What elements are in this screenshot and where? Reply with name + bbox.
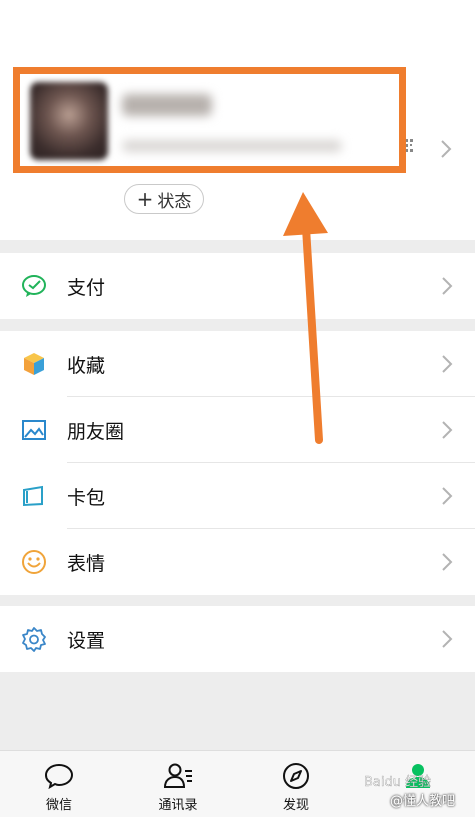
add-status-button[interactable]: + 状态: [124, 184, 204, 214]
qr-code-icon[interactable]: [405, 139, 415, 153]
chat-bubble-icon: [44, 763, 74, 790]
tab-label-discover: 发现: [282, 798, 309, 813]
tab-discover[interactable]: 发现: [246, 751, 346, 817]
chevron-right-icon: [442, 630, 453, 648]
chevron-right-icon: [442, 421, 453, 439]
chevron-right-icon: [442, 277, 453, 295]
image-icon: [20, 416, 48, 444]
menu-item-favorites[interactable]: 收藏: [0, 331, 475, 397]
menu-label-stickers: 表情: [67, 552, 106, 575]
status-label: 状态: [157, 191, 192, 212]
menu-item-stickers[interactable]: 表情: [0, 529, 475, 595]
menu-label-pay: 支付: [67, 276, 106, 299]
svg-text:Baidu 经验: Baidu 经验: [364, 774, 431, 790]
chevron-right-icon[interactable]: [440, 139, 452, 159]
menu-label-moments: 朋友圈: [67, 420, 125, 443]
tab-label-chats: 微信: [45, 798, 72, 813]
wallet-icon: [20, 482, 48, 510]
watermark-text: @懂人教吧: [390, 794, 456, 809]
chevron-right-icon: [442, 355, 453, 373]
services-section: 收藏 朋友圈 卡包 表情: [0, 331, 475, 595]
tab-chats[interactable]: 微信: [9, 751, 109, 817]
gear-icon: [20, 625, 48, 653]
menu-item-settings[interactable]: 设置: [0, 606, 475, 672]
compass-icon: [283, 763, 309, 789]
tab-label-contacts: 通讯录: [158, 798, 198, 813]
menu-item-cards[interactable]: 卡包: [0, 463, 475, 529]
menu-label-settings: 设置: [67, 629, 106, 652]
pay-section: 支付: [0, 253, 475, 319]
menu-label-cards: 卡包: [67, 486, 106, 509]
chevron-right-icon: [442, 487, 453, 505]
menu-label-favorites: 收藏: [67, 354, 106, 377]
smiley-icon: [20, 548, 48, 576]
cube-icon: [20, 350, 48, 378]
profile-header: + 状态: [0, 0, 475, 240]
highlight-annotation-box: [13, 67, 406, 173]
chevron-right-icon: [442, 553, 453, 571]
settings-section: 设置: [0, 606, 475, 672]
menu-item-pay[interactable]: 支付: [0, 253, 475, 319]
menu-item-moments[interactable]: 朋友圈: [0, 397, 475, 463]
contacts-icon: [163, 763, 192, 788]
pay-icon: [20, 272, 48, 300]
tab-contacts[interactable]: 通讯录: [128, 751, 228, 817]
plus-icon: +: [136, 187, 154, 211]
